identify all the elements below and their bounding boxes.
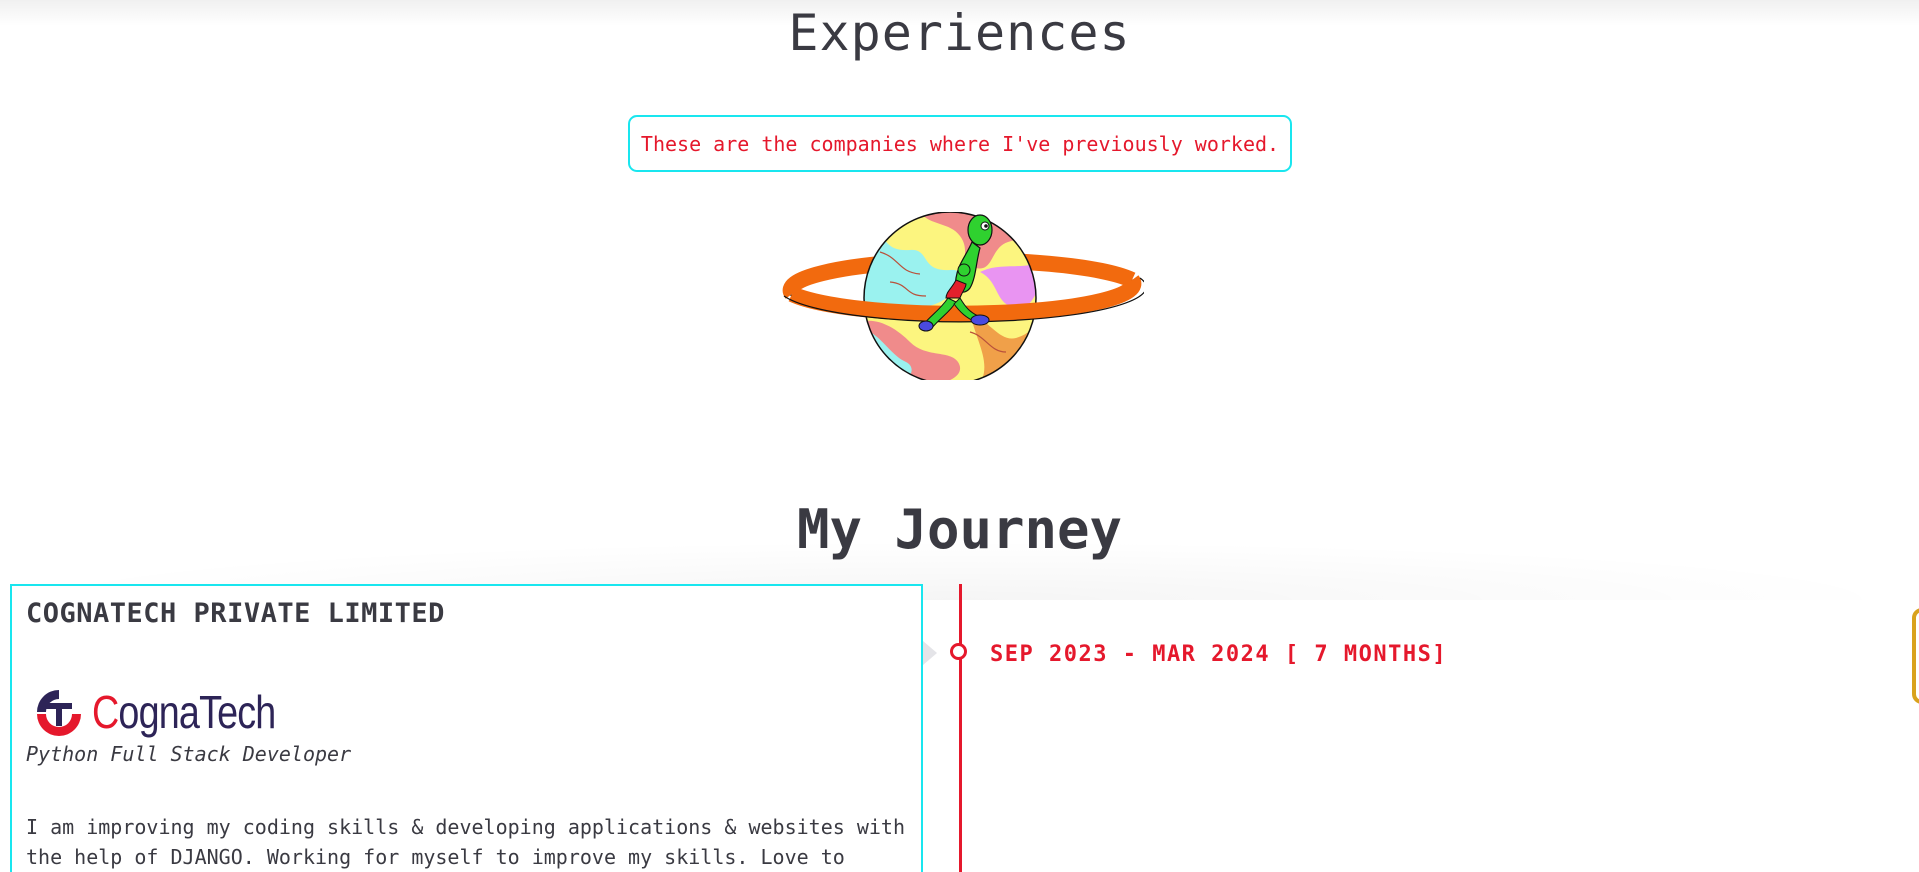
timeline-dot-icon <box>950 643 967 660</box>
timeline-line <box>959 584 962 872</box>
job-role: Python Full Stack Developer <box>26 742 352 766</box>
journey-title: My Journey <box>796 498 1123 561</box>
company-name: COGNATECH PRIVATE LIMITED <box>26 598 445 629</box>
page: Experiences These are the companies wher… <box>0 0 1919 872</box>
alien-on-planet-icon <box>780 211 1147 385</box>
logo-text: CognaTech <box>92 686 276 738</box>
experience-card: COGNATECH PRIVATE LIMITED CognaTech Pyth… <box>10 584 923 872</box>
cognatech-logo-icon: CognaTech <box>34 682 316 742</box>
job-description: I am improving my coding skills & develo… <box>26 815 905 869</box>
timeline-date: SEP 2023 - MAR 2024 [ 7 MONTHS] <box>990 642 1448 667</box>
experiences-title: Experiences <box>788 4 1131 62</box>
logo-mark <box>37 690 81 736</box>
side-scroll-tab[interactable] <box>1912 608 1919 704</box>
card-pointer-arrow <box>923 641 937 665</box>
experiences-subtitle: These are the companies where I've previ… <box>628 115 1292 172</box>
